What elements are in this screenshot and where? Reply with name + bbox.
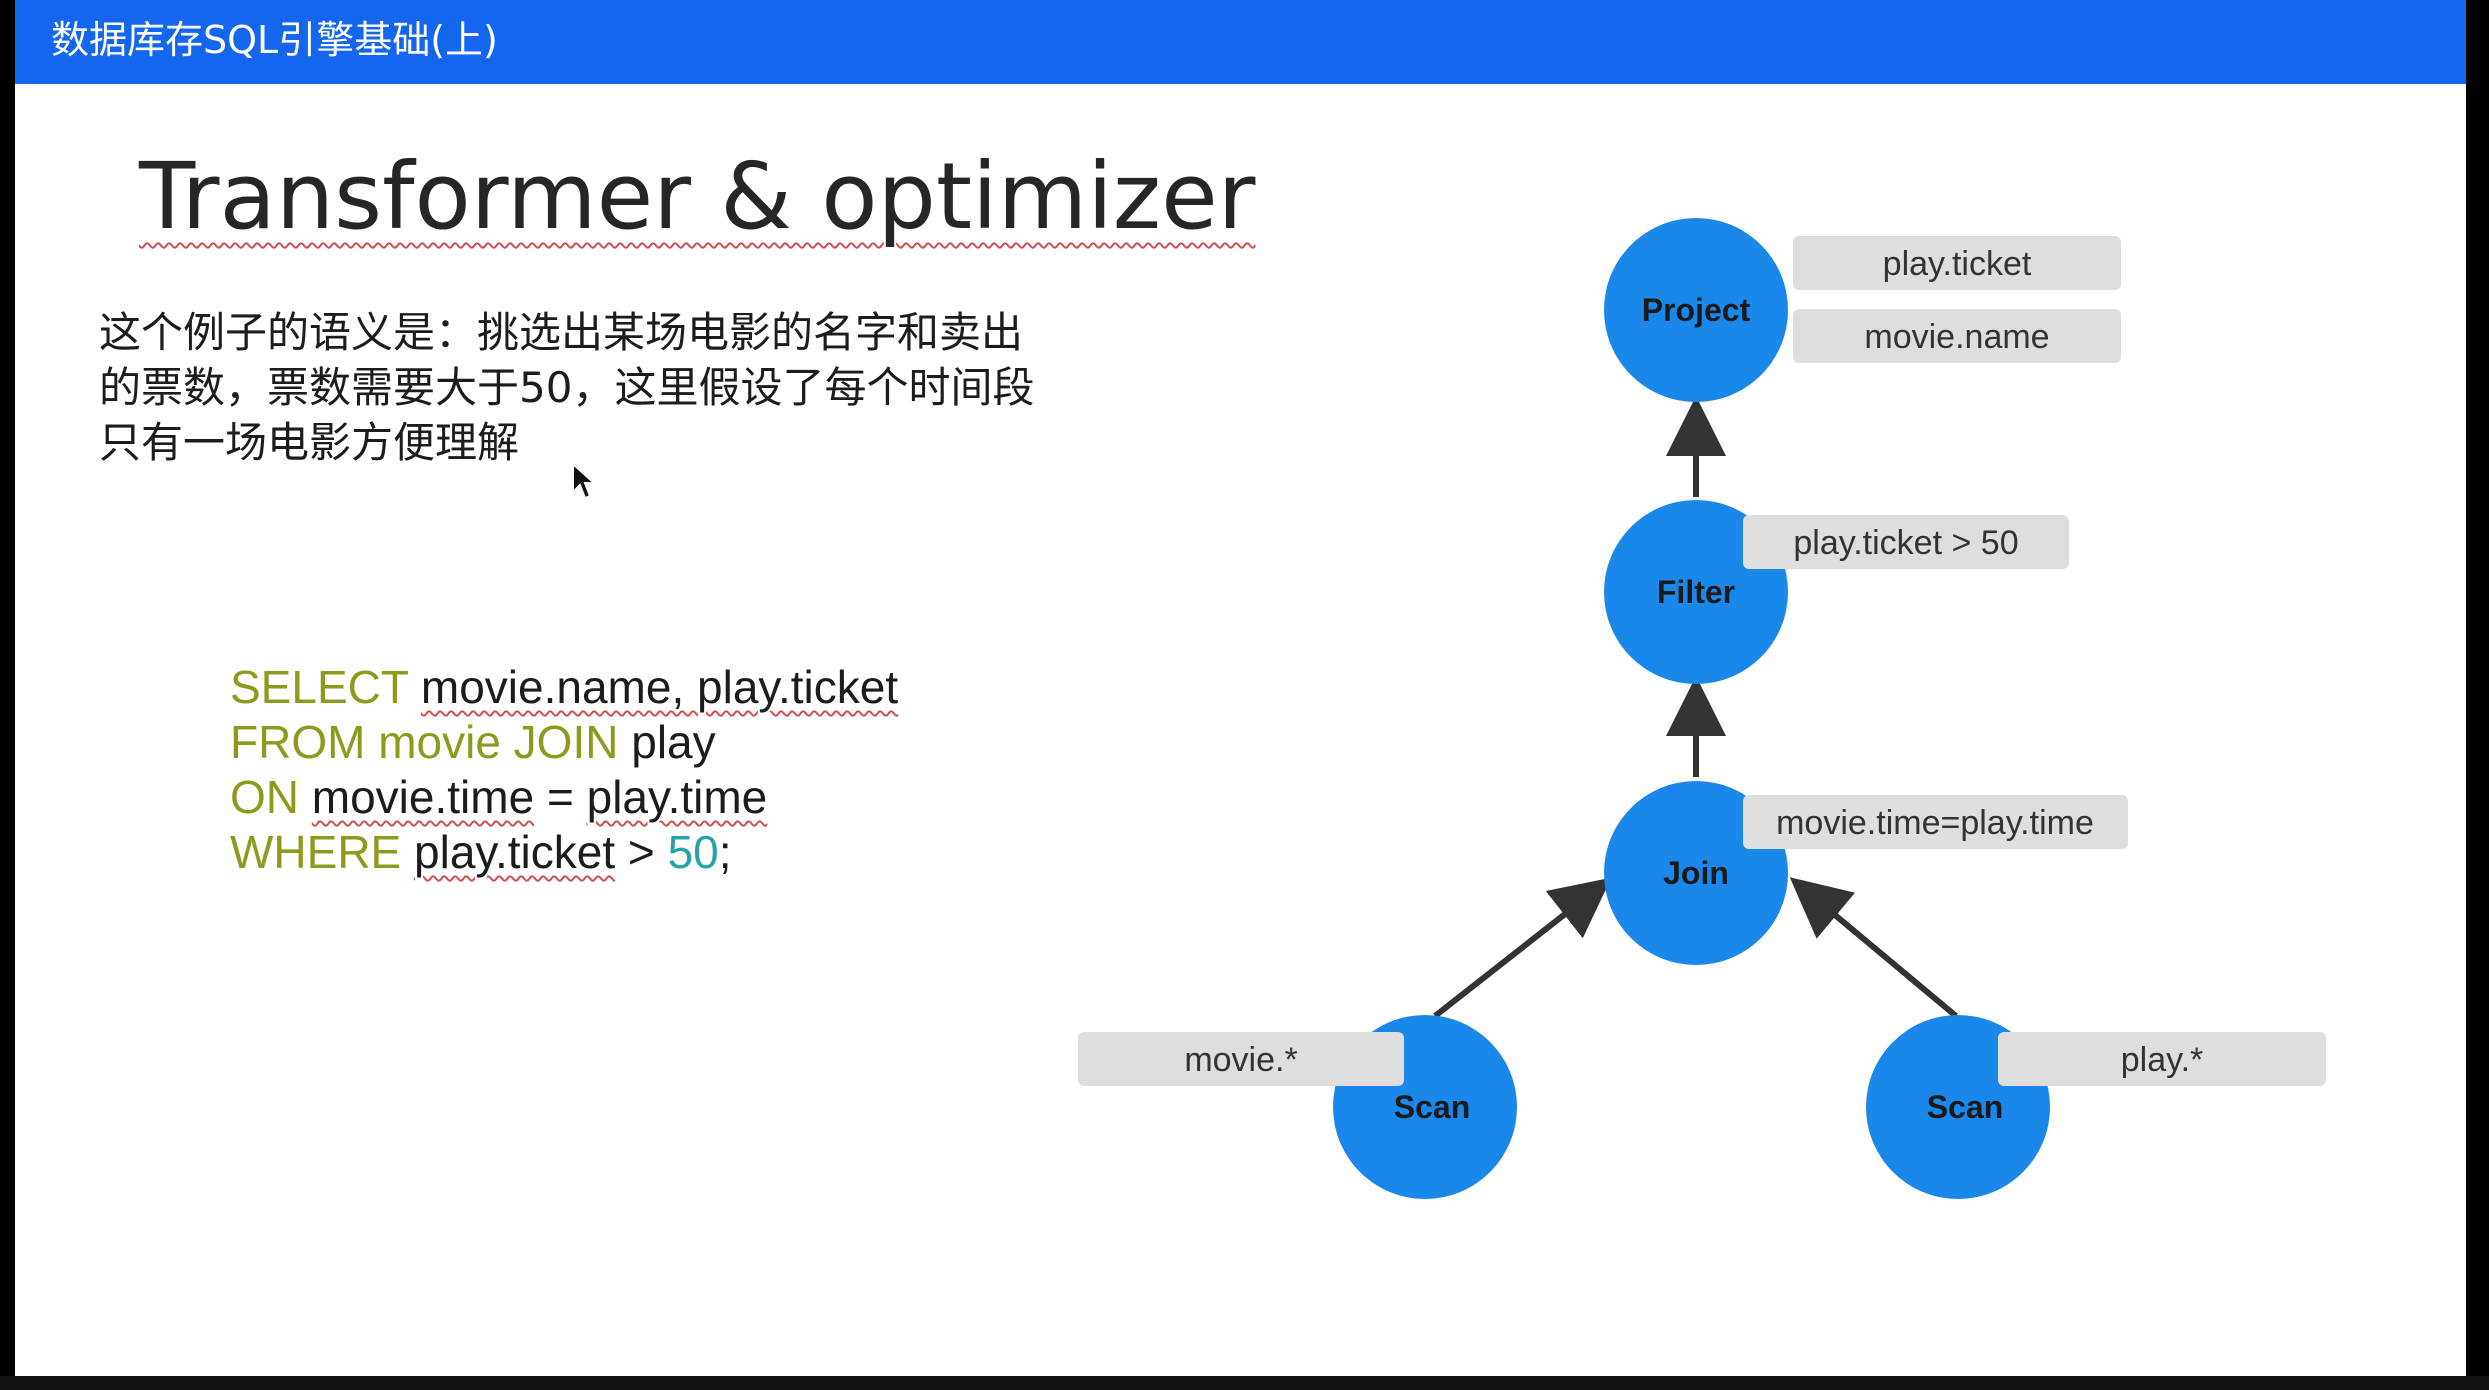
edge-scan-left-join xyxy=(1433,877,1612,1019)
label-join: movie.time=play.time xyxy=(1743,795,2128,849)
node-scan-right-label: Scan xyxy=(1927,1089,2003,1125)
label-scan-right-text: play.* xyxy=(2121,1041,2204,1079)
query-plan-diagram: Project Filter Join Scan Scan play.ticke… xyxy=(1078,218,2326,1199)
label-filter-text: play.ticket > 50 xyxy=(1793,524,2018,562)
label-project-name-text: movie.name xyxy=(1864,318,2049,356)
slide: 数据库存SQL引擎基础(上) Transformer & optimizer 这… xyxy=(15,0,2466,1376)
label-filter: play.ticket > 50 xyxy=(1743,515,2069,569)
node-project: Project xyxy=(1604,218,1788,402)
bottom-strip xyxy=(0,1376,2489,1390)
label-join-text: movie.time=play.time xyxy=(1776,804,2094,842)
node-join-label: Join xyxy=(1663,855,1729,891)
label-scan-right: play.* xyxy=(1998,1032,2326,1086)
node-scan-left-label: Scan xyxy=(1394,1089,1470,1125)
node-filter-label: Filter xyxy=(1657,574,1735,610)
label-scan-left: movie.* xyxy=(1078,1032,1404,1086)
edge-scan-right-join xyxy=(1789,877,1958,1019)
label-scan-left-text: movie.* xyxy=(1184,1041,1297,1079)
node-project-label: Project xyxy=(1642,292,1751,328)
label-project-ticket-text: play.ticket xyxy=(1883,245,2032,283)
label-project-ticket: play.ticket xyxy=(1793,236,2121,290)
label-project-name: movie.name xyxy=(1793,309,2121,363)
